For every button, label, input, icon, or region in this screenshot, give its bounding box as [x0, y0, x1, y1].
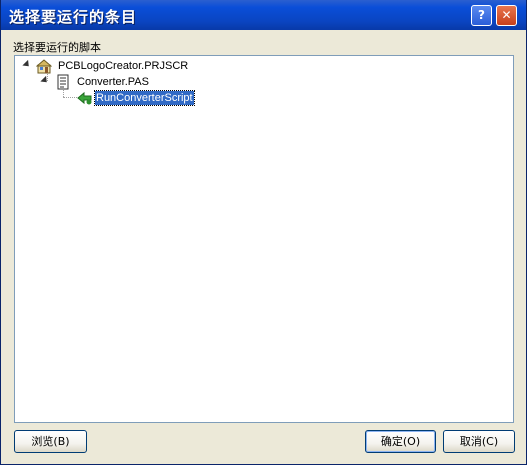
collapse-arrow-icon[interactable] — [40, 75, 50, 86]
tree-item-label-selected: RunConverterScript — [94, 90, 195, 106]
ok-button[interactable]: 确定(O) — [365, 430, 436, 453]
close-button[interactable]: ✕ — [496, 5, 517, 26]
tree-item-label: Converter.PAS — [77, 76, 149, 88]
dialog-window: 选择要运行的条目 ? ✕ 选择要运行的脚本 PCBLogoCreator.PRJ… — [0, 0, 527, 465]
section-label: 选择要运行的脚本 — [13, 41, 101, 54]
help-button[interactable]: ? — [471, 5, 492, 26]
tree-item-label: PCBLogoCreator.PRJSCR — [58, 60, 189, 72]
title-bar[interactable]: 选择要运行的条目 ? ✕ — [1, 0, 526, 30]
browse-button[interactable]: 浏览(B) — [14, 430, 87, 453]
collapse-arrow-icon[interactable] — [22, 59, 32, 70]
cancel-button[interactable]: 取消(C) — [443, 430, 515, 453]
tree-item-procedure[interactable]: RunConverterScript — [15, 90, 513, 106]
script-tree[interactable]: PCBLogoCreator.PRJSCR Converter.PAS RunC… — [14, 55, 514, 423]
procedure-icon — [77, 91, 92, 105]
script-file-icon — [57, 74, 69, 90]
window-title: 选择要运行的条目 — [9, 8, 138, 26]
tree-item-file[interactable]: Converter.PAS — [15, 74, 513, 90]
tree-item-project[interactable]: PCBLogoCreator.PRJSCR — [15, 58, 513, 74]
project-icon — [36, 59, 52, 74]
